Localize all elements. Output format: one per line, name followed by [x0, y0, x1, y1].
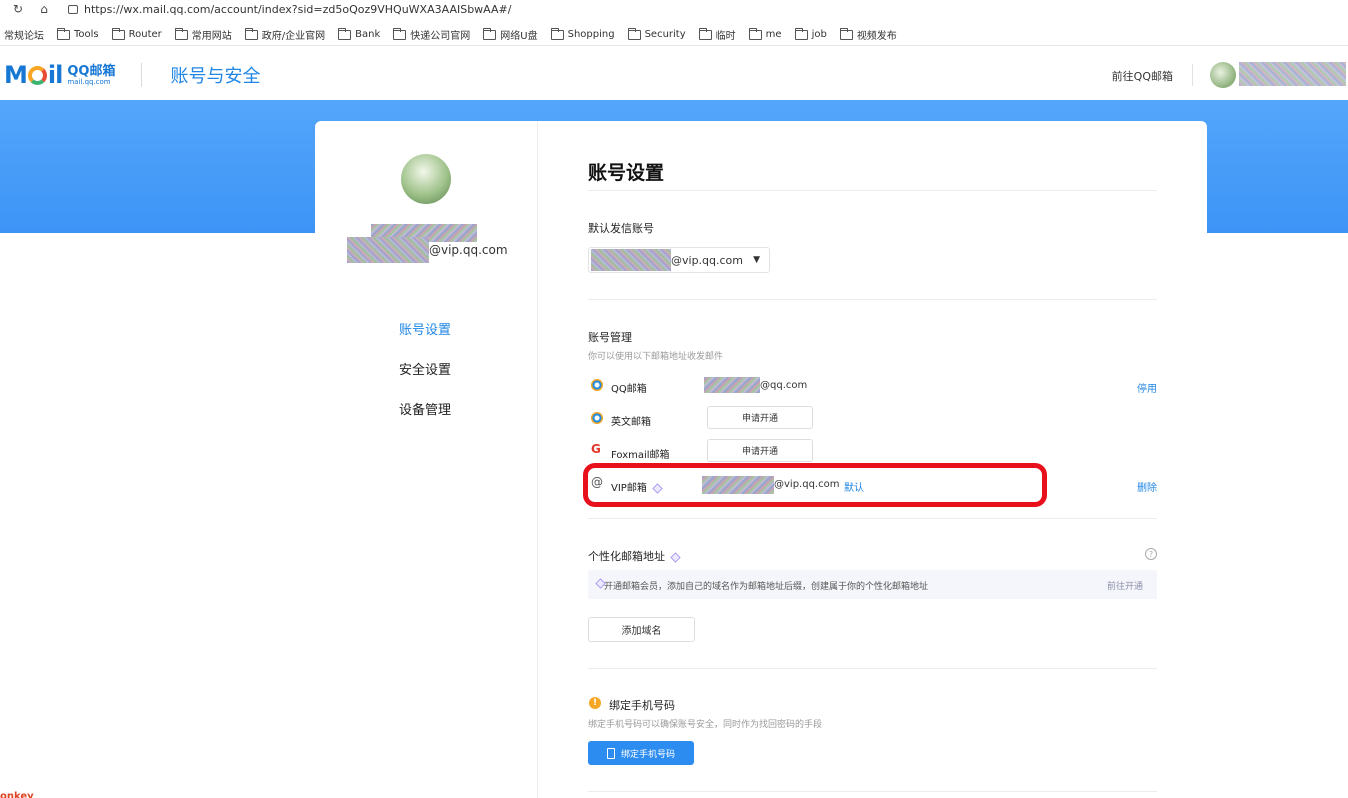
bookmark-item[interactable]: 快递公司官网: [393, 27, 470, 42]
account-row-english: 英文邮箱 申请开通: [588, 406, 1157, 432]
default-sender-value: @vip.qq.com: [671, 254, 743, 267]
goto-qqmail-link[interactable]: 前往QQ邮箱: [1112, 68, 1173, 84]
folder-icon: [244, 27, 258, 40]
header-separator: [1192, 64, 1193, 86]
account-row-foxmail: G Foxmail邮箱 申请开通: [588, 439, 1157, 465]
bookmark-item[interactable]: Router: [111, 27, 162, 40]
highlight-annotation: [583, 463, 1047, 507]
settings-sidebar: @vip.qq.com 账号设置 安全设置 设备管理: [315, 121, 538, 798]
logo-mark: Mil: [4, 61, 63, 89]
account-name: QQ邮箱: [611, 384, 647, 395]
lock-icon: [68, 4, 78, 14]
divider: [588, 299, 1157, 300]
divider: [588, 518, 1157, 519]
bookmark-item[interactable]: job: [794, 27, 827, 40]
foxmail-icon: G: [591, 442, 601, 456]
bookmark-item[interactable]: 常用网站: [174, 27, 232, 42]
account-name: 英文邮箱: [611, 417, 651, 428]
promo-link[interactable]: 前往开通: [1107, 579, 1143, 592]
page-header-title: 账号与安全: [170, 66, 261, 87]
bind-phone-sub: 绑定手机号码可以确保账号安全，同时作为找回密码的手段: [588, 720, 823, 730]
folder-icon: [794, 27, 808, 40]
page-fragment-text: onkey: [0, 791, 34, 798]
delete-link[interactable]: 删除: [1137, 479, 1157, 494]
header-username-redacted[interactable]: [1239, 62, 1346, 86]
app-header: Mil QQ邮箱 mail.qq.com 账号与安全 前往QQ邮箱: [0, 50, 1348, 100]
account-name: Foxmail邮箱: [611, 450, 670, 461]
folder-icon: [839, 27, 853, 40]
redacted-username: [704, 377, 760, 393]
bookmark-item[interactable]: 常规论坛: [4, 27, 44, 42]
bookmark-item[interactable]: 网络U盘: [483, 27, 538, 42]
bind-phone-title: 绑定手机号码: [609, 699, 675, 712]
bookmark-item[interactable]: 视频发布: [839, 27, 897, 42]
bookmark-item[interactable]: Tools: [57, 27, 99, 40]
phone-icon: [606, 747, 615, 759]
logo-wordmark: QQ邮箱 mail.qq.com: [67, 63, 116, 86]
browser-address-bar: ↻ ⌂ https://wx.mail.qq.com/account/index…: [0, 0, 1348, 19]
folder-icon: [174, 27, 188, 40]
bookmark-item[interactable]: Security: [627, 27, 686, 40]
logo-ring-icon: [27, 65, 47, 85]
nav-account-settings[interactable]: 账号设置: [399, 319, 451, 338]
account-management-label: 账号管理: [588, 331, 632, 344]
help-icon[interactable]: ?: [1145, 548, 1157, 560]
bind-phone-button[interactable]: 绑定手机号码: [588, 741, 694, 765]
reload-icon[interactable]: ↻: [10, 1, 26, 17]
home-icon[interactable]: ⌂: [36, 1, 52, 17]
custom-domain-label: 个性化邮箱地址: [588, 548, 681, 564]
profile-email-suffix: @vip.qq.com: [429, 243, 508, 257]
nav-security-settings[interactable]: 安全设置: [399, 359, 451, 378]
profile-email: @vip.qq.com: [347, 224, 537, 264]
url-text: https://wx.mail.qq.com/account/index?sid…: [84, 2, 512, 16]
bookmark-item[interactable]: Bank: [338, 27, 380, 40]
default-sender-select[interactable]: @vip.qq.com ▼: [588, 247, 770, 273]
bookmark-item[interactable]: 临时: [698, 27, 736, 42]
page-title: 账号设置: [588, 162, 665, 184]
profile-avatar[interactable]: [401, 154, 451, 204]
vip-diamond-icon: [670, 551, 681, 563]
folder-icon: [698, 27, 712, 40]
english-mail-icon: [591, 412, 603, 424]
bookmarks-bar: 常规论坛 Tools Router 常用网站 政府/企业官网 Bank 快递公司…: [0, 24, 1348, 46]
warning-icon: !: [589, 697, 601, 709]
account-row-qq: QQ邮箱 @qq.com 停用: [588, 373, 1157, 399]
folder-icon: [393, 27, 407, 40]
folder-icon: [338, 27, 352, 40]
header-avatar[interactable]: [1210, 62, 1236, 88]
url-field[interactable]: https://wx.mail.qq.com/account/index?sid…: [60, 0, 522, 19]
folder-icon: [111, 27, 125, 40]
account-domain: @qq.com: [760, 380, 808, 391]
folder-icon: [748, 27, 762, 40]
redacted-username: [591, 249, 671, 271]
nav-device-management[interactable]: 设备管理: [399, 399, 451, 418]
header-divider: [141, 63, 143, 87]
bookmark-item[interactable]: me: [748, 27, 782, 40]
divider: [588, 668, 1157, 669]
bookmark-item[interactable]: 政府/企业官网: [244, 27, 325, 42]
default-sender-label: 默认发信账号: [588, 222, 654, 235]
disable-link[interactable]: 停用: [1137, 380, 1157, 395]
qqmail-icon: [591, 379, 603, 391]
folder-icon: [57, 27, 70, 40]
folder-icon: [550, 27, 564, 40]
apply-foxmail-button[interactable]: 申请开通: [707, 439, 813, 462]
apply-english-mail-button[interactable]: 申请开通: [707, 406, 813, 429]
promo-text: 开通邮箱会员，添加自己的域名作为邮箱地址后缀，创建属于你的个性化邮箱地址: [604, 582, 929, 592]
account-management-sub: 你可以使用以下邮箱地址收发邮件: [588, 352, 724, 362]
settings-card: @vip.qq.com 账号设置 安全设置 设备管理 账号设置 默认发信账号 @…: [315, 121, 1207, 798]
divider: [588, 190, 1157, 191]
divider: [588, 791, 1157, 792]
vip-promo-banner: 开通邮箱会员，添加自己的域名作为邮箱地址后缀，创建属于你的个性化邮箱地址 前往开…: [588, 570, 1157, 599]
caret-down-icon: ▼: [753, 255, 760, 265]
settings-content: 账号设置 默认发信账号 @vip.qq.com ▼ 账号管理 你可以使用以下邮箱…: [583, 121, 1157, 798]
bookmark-item[interactable]: Shopping: [550, 27, 615, 40]
add-domain-button[interactable]: 添加域名: [588, 617, 695, 642]
qqmail-logo[interactable]: Mil QQ邮箱 mail.qq.com: [4, 61, 115, 89]
folder-icon: [483, 27, 497, 40]
folder-icon: [627, 27, 641, 40]
redacted-username: [347, 237, 429, 263]
